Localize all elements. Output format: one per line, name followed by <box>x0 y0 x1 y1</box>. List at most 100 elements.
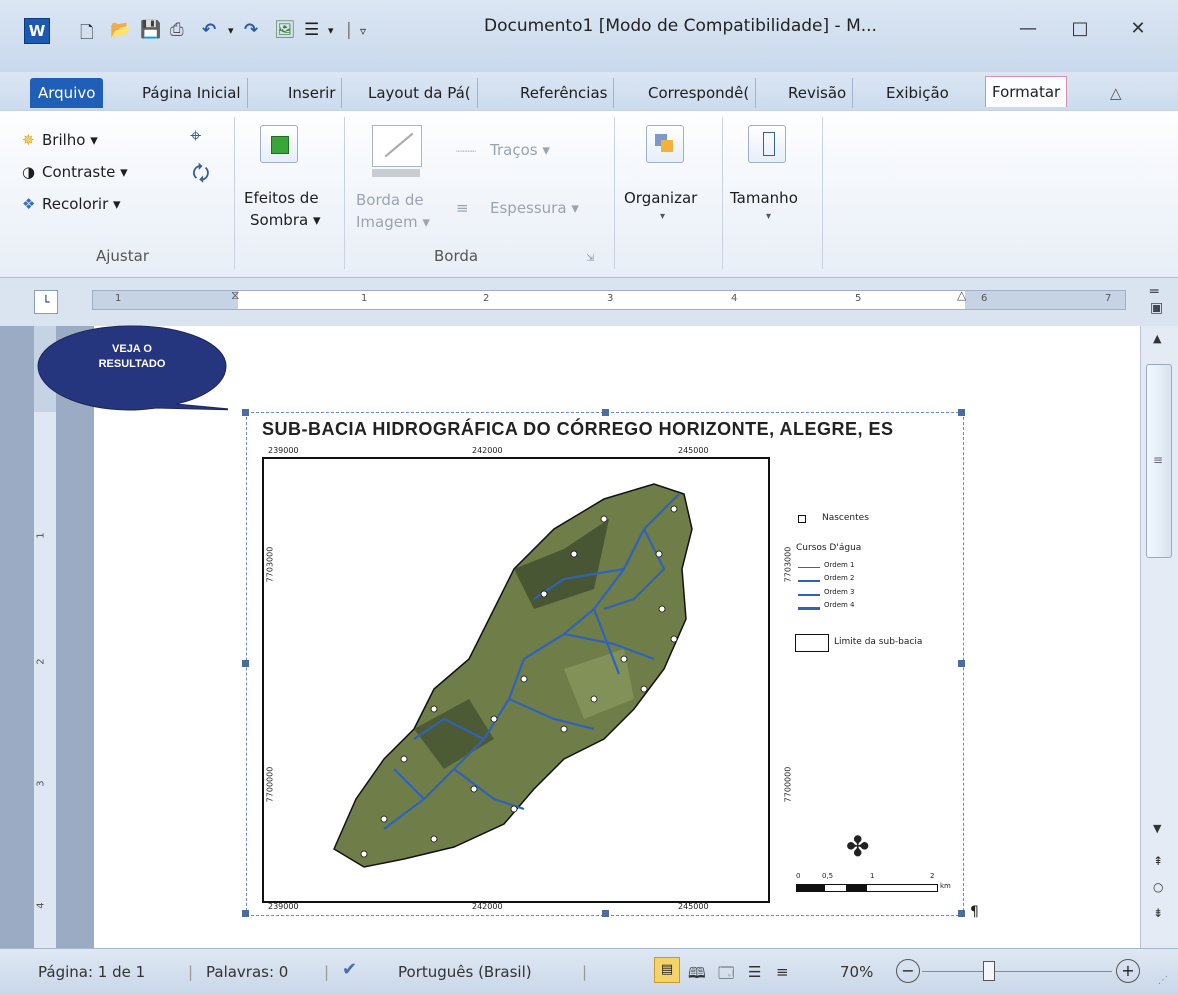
page-count[interactable]: Página: 1 de 1 <box>38 963 145 981</box>
change-picture-icon[interactable]: 🗘 <box>192 159 210 193</box>
tab-file[interactable]: Arquivo <box>30 78 104 108</box>
order3-line <box>798 594 820 596</box>
indent-marker-icon[interactable]: ⧖ <box>231 288 239 303</box>
shadow-effects-icon <box>260 125 298 163</box>
size-button[interactable]: Tamanho <box>730 189 798 207</box>
contrast-button[interactable]: Contraste ▾ <box>42 163 128 181</box>
scrollbar-thumb[interactable]: ≡ <box>1146 364 1172 558</box>
zoom-out-icon[interactable]: − <box>896 959 920 983</box>
minimize-ribbon-icon[interactable]: △ <box>1104 78 1128 108</box>
tab-selector-icon[interactable]: └ <box>34 290 58 314</box>
open-folder-icon[interactable]: 📂 <box>110 20 131 40</box>
view-ruler-icon[interactable]: ═ ▣ <box>1150 284 1170 318</box>
resize-handle[interactable] <box>602 409 609 416</box>
scale-label: 0 <box>796 872 801 880</box>
spring-legend-icon <box>798 515 806 523</box>
resize-handle[interactable] <box>242 660 249 667</box>
zoom-in-icon[interactable]: + <box>1116 959 1140 983</box>
brightness-button[interactable]: Brilho ▾ <box>42 131 98 149</box>
undo-icon[interactable]: ↶ <box>202 20 216 40</box>
tab-review[interactable]: Revisão <box>782 78 854 108</box>
coord-top: 242000 <box>472 446 503 455</box>
coord-bottom: 242000 <box>472 902 503 911</box>
resize-handle[interactable] <box>242 409 249 416</box>
word-count[interactable]: Palavras: 0 <box>206 963 288 981</box>
scroll-up-icon[interactable]: ▲ <box>1153 332 1161 345</box>
resize-grip-icon[interactable]: ⋰ <box>1158 975 1168 986</box>
tab-insert[interactable]: Inserir <box>282 78 343 108</box>
ruler-margin-right <box>965 291 1125 309</box>
resize-handle[interactable] <box>602 910 609 917</box>
tab-page-layout[interactable]: Layout da Pá( <box>362 78 478 108</box>
draft-icon[interactable]: ≡ <box>776 963 789 981</box>
zoom-slider-thumb[interactable] <box>982 961 995 981</box>
tab-view[interactable]: Exibição <box>880 78 955 108</box>
tab-mailings[interactable]: Correspondê( <box>642 78 757 108</box>
shadow-effects-button-line2[interactable]: Sombra ▾ <box>250 211 321 229</box>
zoom-level[interactable]: 70% <box>840 963 873 981</box>
resize-handle[interactable] <box>958 409 965 416</box>
compress-pictures-icon[interactable]: ⌖ <box>190 123 201 147</box>
paragraph-mark-icon: ¶ <box>970 904 979 920</box>
resize-handle[interactable] <box>958 660 965 667</box>
recolor-button[interactable]: Recolorir ▾ <box>42 195 121 213</box>
close-icon[interactable]: ✕ <box>1124 18 1152 39</box>
scroll-down-icon[interactable]: ▼ <box>1153 822 1161 835</box>
print-layout-icon[interactable]: ▤ <box>654 957 680 983</box>
right-indent-marker-icon[interactable]: △ <box>957 288 966 302</box>
dialog-launcher-icon[interactable]: ⇲ <box>586 253 594 264</box>
order4-line <box>798 607 820 610</box>
save-icon[interactable]: 💾 <box>140 20 161 40</box>
weight-button[interactable]: Espessura ▾ <box>490 199 579 217</box>
language-indicator[interactable]: Português (Brasil) <box>398 963 532 981</box>
undo-dropdown-icon[interactable]: ▾ <box>228 24 234 37</box>
brightness-icon: ✵ <box>22 131 35 149</box>
web-layout-icon[interactable]: 🗔 <box>718 963 734 988</box>
size-dropdown-icon[interactable]: ▾ <box>766 211 771 222</box>
next-page-icon[interactable]: ⇟ <box>1153 906 1163 920</box>
tab-references[interactable]: Referências <box>514 78 615 108</box>
group-separator <box>234 117 235 269</box>
minimize-icon[interactable]: — <box>1014 18 1042 39</box>
group-separator <box>614 117 615 269</box>
maximize-icon[interactable]: □ <box>1066 18 1094 39</box>
grip-icon: ≡ <box>1153 453 1164 467</box>
picture-border-button-line2[interactable]: Imagem ▾ <box>356 213 430 231</box>
boundary-legend-box <box>795 634 829 652</box>
browse-object-icon[interactable]: ○ <box>1153 880 1163 894</box>
previous-page-icon[interactable]: ⇞ <box>1153 854 1163 868</box>
list-dropdown-icon[interactable]: ▾ <box>328 24 334 37</box>
resize-handle[interactable] <box>958 910 965 917</box>
ruler-mark: 5 <box>855 293 862 304</box>
tab-home[interactable]: Página Inicial <box>136 78 248 108</box>
coord-left: 7700000 <box>265 766 275 803</box>
arrange-dropdown-icon[interactable]: ▾ <box>660 211 665 222</box>
coord-right: 7700000 <box>783 766 793 803</box>
coord-top: 239000 <box>268 446 299 455</box>
insert-picture-icon[interactable]: 🖼 <box>274 20 296 40</box>
proofing-icon[interactable]: ✔ <box>342 959 357 980</box>
new-document-icon[interactable]: 🗋 <box>80 20 94 49</box>
weight-icon: ≡ <box>456 199 469 217</box>
horizontal-ruler[interactable]: 1 1 2 3 4 5 6 7 ⧖ △ <box>92 288 1126 310</box>
tab-format[interactable]: Formatar <box>985 76 1068 107</box>
resize-handle[interactable] <box>242 910 249 917</box>
arrange-button[interactable]: Organizar <box>624 189 697 207</box>
coord-right: 7703000 <box>783 546 793 583</box>
vertical-ruler[interactable]: 1 2 3 4 <box>34 326 56 948</box>
bullet-list-icon[interactable]: ☰ <box>304 20 319 40</box>
full-screen-reading-icon[interactable]: 🕮 <box>688 963 706 988</box>
ruler-mark: 4 <box>731 293 738 304</box>
callout-text: VEJA O RESULTADO <box>36 342 228 372</box>
legend-order: Ordem 2 <box>824 574 855 582</box>
customize-quick-access-icon[interactable]: ▿ <box>360 24 366 38</box>
zoom-slider-track[interactable] <box>922 971 1112 972</box>
word-app-icon[interactable]: W <box>24 18 50 44</box>
legend-boundary: Limite da sub-bacia <box>834 637 923 647</box>
picture-border-button-line1[interactable]: Borda de <box>356 191 424 209</box>
shadow-effects-button-line1[interactable]: Efeitos de <box>244 189 319 207</box>
dashes-button[interactable]: Traços ▾ <box>490 141 550 159</box>
redo-icon[interactable]: ↷ <box>244 20 258 40</box>
print-icon[interactable]: ⎙ <box>170 20 184 40</box>
outline-icon[interactable]: ☰ <box>748 963 761 981</box>
